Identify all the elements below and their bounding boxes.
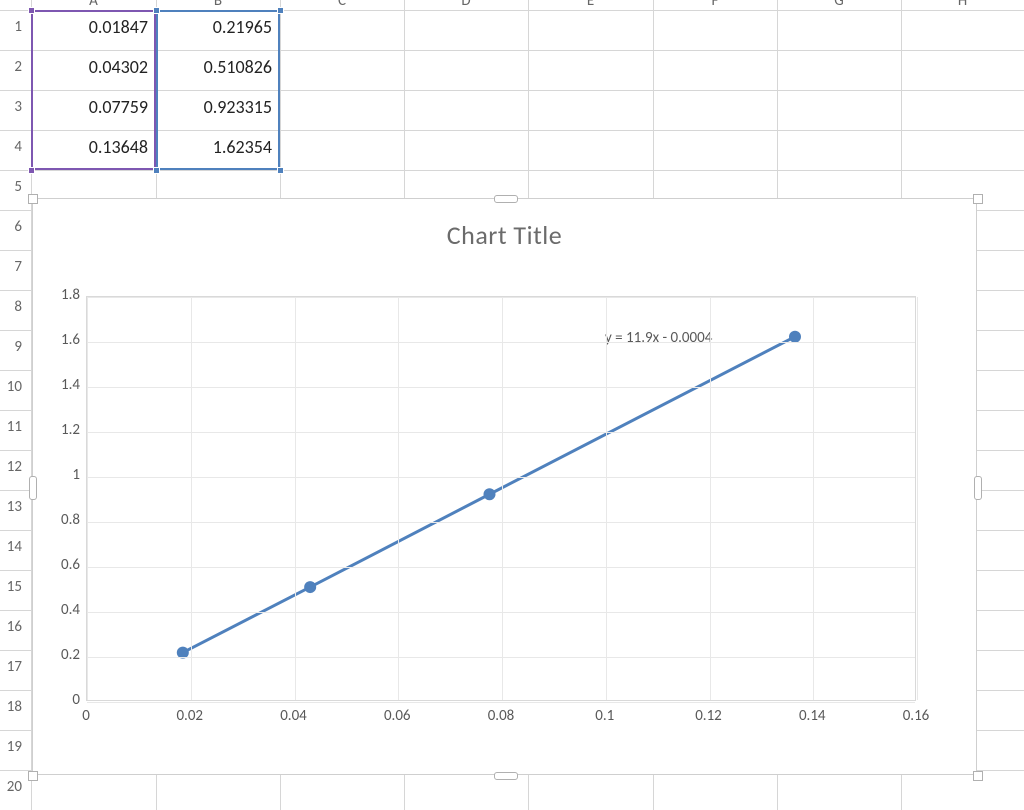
- row-header-7[interactable]: 7: [0, 258, 22, 276]
- selection-handle[interactable]: [277, 167, 284, 174]
- chart-resize-handle[interactable]: [974, 476, 982, 500]
- x-tick-label: 0.06: [377, 707, 417, 725]
- selection-handle[interactable]: [277, 7, 284, 14]
- row-header-8[interactable]: 8: [0, 298, 22, 316]
- cell-A4[interactable]: 0.13648: [31, 130, 156, 170]
- selection-handle[interactable]: [28, 7, 35, 14]
- row-header-4[interactable]: 4: [0, 138, 22, 156]
- selection-handle[interactable]: [153, 167, 160, 174]
- chart-title[interactable]: Chart Title: [33, 219, 976, 251]
- row-header-5[interactable]: 5: [0, 178, 22, 196]
- y-tick-label: 0.2: [38, 646, 80, 664]
- cell-B2[interactable]: 0.510826: [156, 50, 280, 90]
- y-tick-label: 1: [38, 466, 80, 484]
- y-tick-label: 1.6: [38, 331, 80, 349]
- selection-handle[interactable]: [153, 7, 160, 14]
- row-header-6[interactable]: 6: [0, 218, 22, 236]
- row-header-10[interactable]: 10: [0, 378, 22, 396]
- data-point[interactable]: [483, 488, 495, 500]
- trendline-equation[interactable]: y = 11.9x - 0.0004: [605, 329, 712, 347]
- data-point[interactable]: [304, 581, 316, 593]
- row-header-19[interactable]: 19: [0, 738, 22, 756]
- cell-B1[interactable]: 0.21965: [156, 10, 280, 50]
- x-tick-label: 0.1: [585, 707, 625, 725]
- cell-B4[interactable]: 1.62354: [156, 130, 280, 170]
- cell-A3[interactable]: 0.07759: [31, 90, 156, 130]
- row-header-15[interactable]: 15: [0, 578, 22, 596]
- chart-resize-handle[interactable]: [494, 772, 518, 780]
- column-header-B[interactable]: B: [156, 0, 280, 10]
- chart-resize-handle[interactable]: [28, 771, 38, 781]
- cell-A2[interactable]: 0.04302: [31, 50, 156, 90]
- chart-resize-handle[interactable]: [28, 194, 38, 204]
- embedded-chart[interactable]: Chart Title y = 11.9x - 0.0004 0 0.2 0.4 0.…: [32, 198, 977, 775]
- y-tick-label: 1.2: [38, 421, 80, 439]
- data-point[interactable]: [789, 331, 801, 343]
- y-tick-label: 0.6: [38, 556, 80, 574]
- column-header-C[interactable]: C: [280, 0, 404, 10]
- chart-resize-handle[interactable]: [29, 476, 37, 500]
- x-tick-label: 0: [66, 707, 106, 725]
- chart-resize-handle[interactable]: [494, 195, 518, 203]
- chart-resize-handle[interactable]: [973, 194, 983, 204]
- row-header-20[interactable]: 20: [0, 778, 22, 796]
- plot-area[interactable]: y = 11.9x - 0.0004: [86, 296, 916, 701]
- chart-resize-handle[interactable]: [973, 771, 983, 781]
- selection-handle[interactable]: [28, 167, 35, 174]
- y-tick-label: 0.4: [38, 601, 80, 619]
- row-header-18[interactable]: 18: [0, 698, 22, 716]
- column-header-G[interactable]: G: [777, 0, 901, 10]
- row-header-14[interactable]: 14: [0, 538, 22, 556]
- x-tick-label: 0.14: [792, 707, 832, 725]
- y-tick-label: 1.8: [38, 286, 80, 304]
- x-tick-label: 0.08: [481, 707, 521, 725]
- row-header-9[interactable]: 9: [0, 338, 22, 356]
- spreadsheet: ABCDEFGH 1234567891011121314151617181920…: [0, 0, 1024, 810]
- y-tick-label: 1.4: [38, 376, 80, 394]
- cell-A1[interactable]: 0.01847: [31, 10, 156, 50]
- x-tick-label: 0.04: [274, 707, 314, 725]
- row-header-13[interactable]: 13: [0, 498, 22, 516]
- x-tick-label: 0.16: [896, 707, 936, 725]
- cell-B3[interactable]: 0.923315: [156, 90, 280, 130]
- row-header-3[interactable]: 3: [0, 98, 22, 116]
- row-header-11[interactable]: 11: [0, 418, 22, 436]
- row-header-2[interactable]: 2: [0, 58, 22, 76]
- row-header-17[interactable]: 17: [0, 658, 22, 676]
- y-tick-label: 0.8: [38, 511, 80, 529]
- column-header-D[interactable]: D: [404, 0, 528, 10]
- column-header-E[interactable]: E: [528, 0, 653, 10]
- column-header-H[interactable]: H: [901, 0, 1024, 10]
- x-tick-label: 0.02: [170, 707, 210, 725]
- row-header-16[interactable]: 16: [0, 618, 22, 636]
- x-tick-label: 0.12: [689, 707, 729, 725]
- column-header-F[interactable]: F: [653, 0, 777, 10]
- column-header-A[interactable]: A: [31, 0, 156, 10]
- row-header-1[interactable]: 1: [0, 18, 22, 36]
- row-header-12[interactable]: 12: [0, 458, 22, 476]
